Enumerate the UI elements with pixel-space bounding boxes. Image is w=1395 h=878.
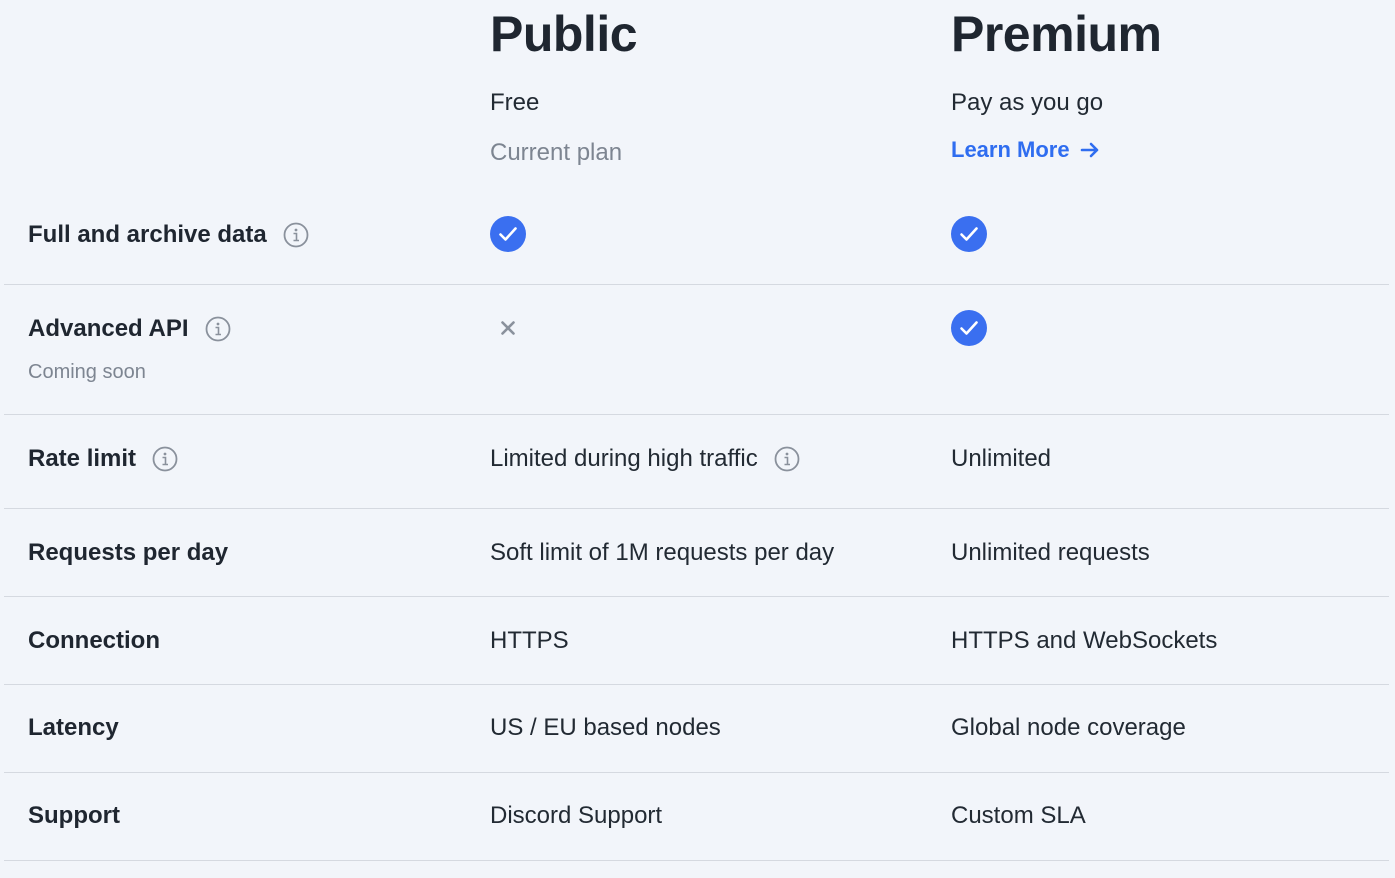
row-connection: Connection HTTPS HTTPS and WebSockets: [4, 597, 1389, 685]
public-value-cell: Limited during high traffic: [490, 444, 800, 474]
public-value-cell: [490, 216, 526, 252]
pricing-comparison: Public Free Current plan Premium Pay as …: [0, 0, 1395, 878]
check-circle-icon: [951, 216, 987, 252]
row-rate-limit: Rate limit Limited during high traffic U…: [4, 415, 1389, 509]
feature-cell: Rate limit: [28, 444, 178, 474]
row-divider: [4, 860, 1389, 861]
info-icon[interactable]: [283, 222, 309, 248]
feature-label: Requests per day: [28, 539, 229, 566]
premium-value-cell: [951, 310, 987, 346]
public-value-cell: [490, 310, 526, 346]
feature-label: Support: [28, 802, 120, 829]
x-icon: [501, 321, 515, 335]
check-circle-icon: [951, 310, 987, 346]
premium-value-cell: Custom SLA: [951, 801, 1086, 831]
feature-cell: Latency: [28, 713, 119, 743]
row-full-archive-data: Full and archive data: [4, 186, 1389, 285]
public-value-cell: HTTPS: [490, 626, 569, 656]
premium-value-cell: [951, 216, 987, 252]
feature-label: Rate limit: [28, 445, 137, 472]
premium-value-text: HTTPS and WebSockets: [951, 627, 1218, 654]
feature-label: Latency: [28, 714, 119, 741]
feature-cell: Support: [28, 801, 120, 831]
feature-cell: Full and archive data: [28, 220, 309, 250]
premium-value-text: Unlimited requests: [951, 539, 1150, 566]
public-value-cell: US / EU based nodes: [490, 713, 721, 743]
feature-label: Connection: [28, 627, 160, 654]
check-circle-icon: [490, 216, 526, 252]
premium-value-cell: Unlimited requests: [951, 538, 1150, 568]
premium-value-cell: Unlimited: [951, 444, 1051, 474]
public-value-cell: Discord Support: [490, 801, 662, 831]
current-plan-label: Current plan: [490, 139, 623, 166]
premium-value-text: Global node coverage: [951, 714, 1186, 741]
plan-title-premium: Premium: [951, 6, 1162, 62]
feature-cell: Requests per day: [28, 538, 228, 568]
coming-soon-label: Coming soon: [28, 361, 146, 383]
premium-value-cell: HTTPS and WebSockets: [951, 626, 1217, 656]
feature-label: Full and archive data: [28, 221, 267, 248]
info-icon[interactable]: [152, 446, 178, 472]
row-requests-per-day: Requests per day Soft limit of 1M reques…: [4, 509, 1389, 597]
row-support: Support Discord Support Custom SLA: [4, 773, 1389, 861]
info-icon[interactable]: [205, 316, 231, 342]
public-value-cell: Soft limit of 1M requests per day: [490, 538, 834, 568]
plan-title-public: Public: [490, 6, 638, 62]
premium-value-cell: Global node coverage: [951, 713, 1186, 743]
premium-value-text: Unlimited: [951, 445, 1052, 472]
feature-label: Advanced API: [28, 315, 189, 342]
learn-more-label: Learn More: [951, 137, 1070, 162]
public-value-text: Limited during high traffic: [490, 445, 758, 472]
plan-price-premium: Pay as you go: [951, 89, 1104, 116]
plan-price-public: Free: [490, 89, 540, 116]
row-latency: Latency US / EU based nodes Global node …: [4, 685, 1389, 773]
premium-value-text: Custom SLA: [951, 802, 1086, 829]
public-value-text: US / EU based nodes: [490, 714, 721, 741]
arrow-right-icon: [1080, 142, 1098, 158]
learn-more-link[interactable]: Learn More: [951, 136, 1100, 164]
feature-cell: Connection: [28, 626, 160, 656]
public-value-text: Soft limit of 1M requests per day: [490, 539, 835, 566]
info-icon[interactable]: [774, 446, 800, 472]
public-value-text: HTTPS: [490, 627, 569, 654]
public-value-text: Discord Support: [490, 802, 663, 829]
row-advanced-api: Advanced API Coming soon: [4, 285, 1389, 415]
feature-cell: Advanced API: [28, 314, 231, 344]
